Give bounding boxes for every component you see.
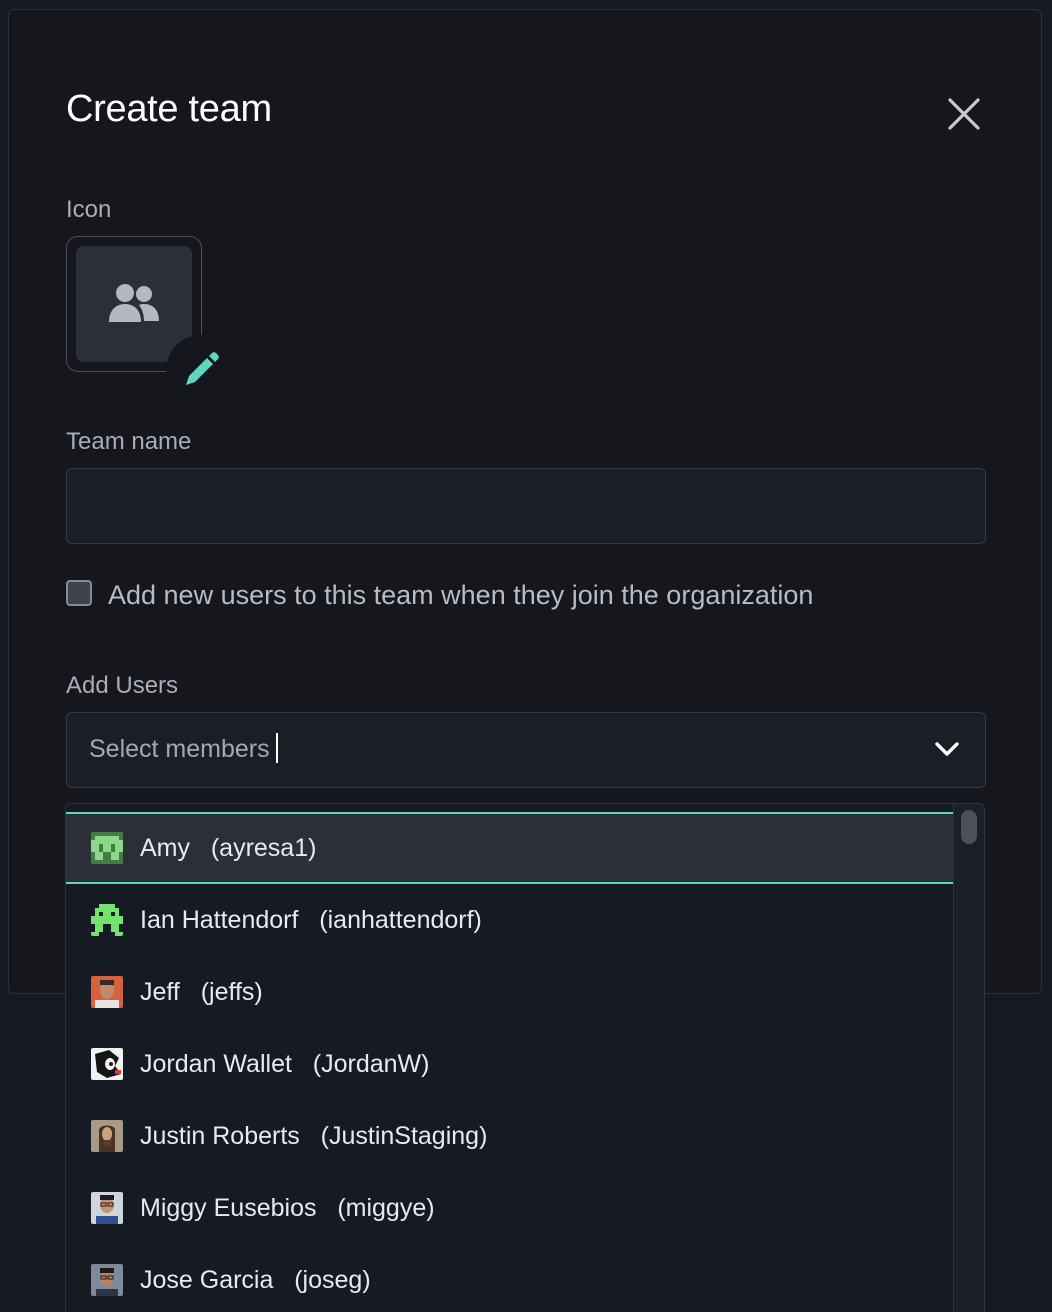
scrollbar-thumb[interactable]	[961, 810, 977, 844]
close-button[interactable]	[944, 94, 984, 134]
members-select-input[interactable]: Select members	[89, 733, 278, 765]
dropdown-scrollbar[interactable]	[953, 804, 984, 1312]
icon-label: Icon	[66, 196, 112, 223]
members-option-list: Amy (ayresa1) Ian Hattendorf (ianhattend…	[66, 812, 953, 1312]
team-name-label: Team name	[66, 428, 192, 455]
member-option-label: Justin Roberts (JustinStaging)	[140, 1121, 488, 1150]
team-name-input[interactable]	[66, 468, 986, 544]
avatar-icon	[91, 976, 123, 1008]
member-option-ian[interactable]: Ian Hattendorf (ianhattendorf)	[66, 884, 953, 956]
team-icon-preview	[76, 246, 192, 362]
member-option-jeff[interactable]: Jeff (jeffs)	[66, 956, 953, 1028]
avatar-icon	[91, 1120, 123, 1152]
member-option-label: Ian Hattendorf (ianhattendorf)	[140, 905, 482, 934]
member-option-miggy[interactable]: Miggy Eusebios (miggye)	[66, 1172, 953, 1244]
edit-icon-button[interactable]	[166, 335, 236, 405]
close-icon	[948, 98, 980, 130]
avatar-icon	[91, 1264, 123, 1296]
pencil-icon	[186, 352, 219, 385]
users-icon	[109, 284, 159, 322]
avatar-icon	[91, 832, 123, 864]
member-option-label: Jordan Wallet (JordanW)	[140, 1049, 430, 1078]
member-option-label: Jose Garcia (joseg)	[140, 1265, 371, 1294]
avatar-icon	[91, 1048, 123, 1080]
member-option-label: Jeff (jeffs)	[140, 977, 263, 1006]
member-option-label: Miggy Eusebios (miggye)	[140, 1193, 435, 1222]
avatar-icon	[91, 1192, 123, 1224]
member-option-jordan[interactable]: Jordan Wallet (JordanW)	[66, 1028, 953, 1100]
members-select[interactable]: Select members	[66, 712, 986, 788]
member-option-amy[interactable]: Amy (ayresa1)	[66, 812, 953, 884]
auto-add-checkbox-label[interactable]: Add new users to this team when they joi…	[108, 580, 813, 611]
member-option-label: Amy (ayresa1)	[140, 833, 317, 862]
members-select-placeholder: Select members	[89, 735, 270, 763]
member-option-jose[interactable]: Jose Garcia (joseg)	[66, 1244, 953, 1312]
dialog-title: Create team	[66, 88, 272, 130]
add-users-label: Add Users	[66, 672, 179, 699]
avatar-icon	[91, 904, 123, 936]
members-select-toggle[interactable]	[933, 739, 961, 764]
chevron-down-icon	[935, 742, 959, 756]
member-option-justin[interactable]: Justin Roberts (JustinStaging)	[66, 1100, 953, 1172]
members-dropdown: Amy (ayresa1) Ian Hattendorf (ianhattend…	[65, 803, 985, 1312]
text-caret	[275, 733, 278, 764]
auto-add-checkbox[interactable]	[66, 580, 92, 606]
